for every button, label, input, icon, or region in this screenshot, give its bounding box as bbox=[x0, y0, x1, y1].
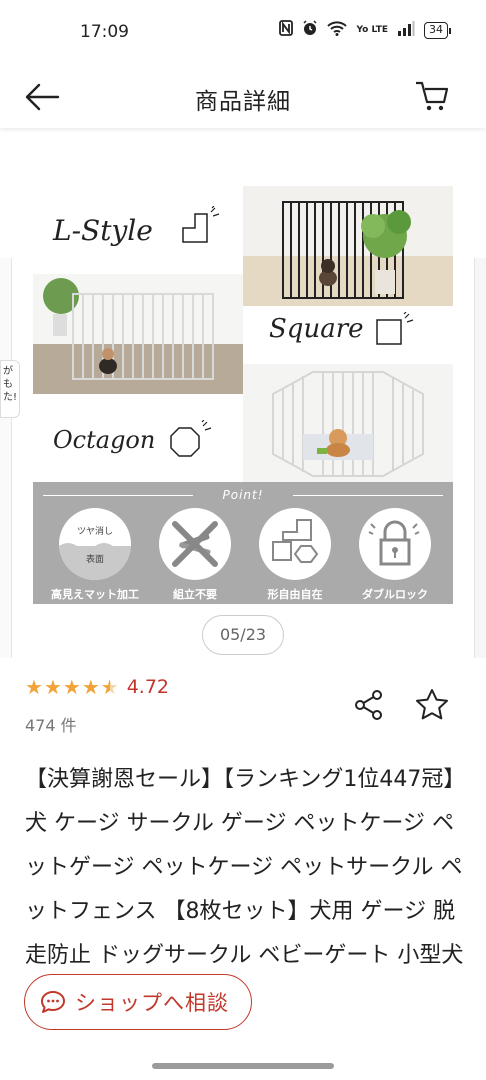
point-divider-right bbox=[293, 495, 443, 496]
status-time: 17:09 bbox=[80, 22, 129, 42]
signal-icon bbox=[397, 20, 415, 40]
previous-image-peek[interactable] bbox=[0, 258, 12, 658]
status-icons: Yo LTE 34 bbox=[279, 20, 451, 40]
favorite-button[interactable] bbox=[414, 687, 450, 723]
status-bar: 17:09 Yo LTE 34 bbox=[0, 0, 486, 66]
next-image-peek[interactable] bbox=[474, 258, 486, 658]
matte-finish-icon: ツヤ消し 表面 bbox=[59, 508, 131, 580]
star-icon: ★ bbox=[25, 675, 43, 699]
side-badge: がも た! bbox=[0, 360, 20, 418]
l-style-label: L-Style bbox=[53, 214, 153, 247]
feature-no-assembly: 組立不要 bbox=[145, 508, 245, 602]
feature-label: 形自由自在 bbox=[267, 588, 323, 601]
octagon-shape-icon bbox=[170, 420, 212, 457]
cart-button[interactable] bbox=[414, 78, 450, 114]
star-icon: ★ bbox=[62, 675, 81, 699]
octagon-label: Octagon bbox=[53, 426, 156, 454]
octagon-cage-photo bbox=[243, 364, 453, 484]
feature-label: 高見えマット加工 bbox=[51, 588, 139, 601]
matte-badge-bottom: 表面 bbox=[85, 555, 104, 565]
feature-double-lock: ダブルロック bbox=[345, 508, 445, 602]
wifi-icon bbox=[327, 20, 348, 40]
contact-shop-button[interactable]: ショップへ相談 bbox=[24, 974, 252, 1030]
star-icon: ★ bbox=[81, 675, 100, 699]
lock-icon bbox=[359, 508, 431, 580]
app-header: 商品詳細 bbox=[0, 66, 486, 128]
chat-bubble-icon bbox=[41, 991, 65, 1013]
feature-free-shape: 形自由自在 bbox=[245, 508, 345, 602]
point-panel: Point! ツヤ消し 表面 高見えマット加工 組立不要 形自由自在 ダブルロッ… bbox=[33, 482, 453, 604]
rating-value: 4.72 bbox=[126, 676, 169, 698]
shapes-icon bbox=[259, 508, 331, 580]
product-gallery[interactable]: がも た! L-Style Square Octagon Point! ツヤ消し… bbox=[0, 138, 486, 658]
network-type: Yo LTE bbox=[356, 24, 388, 35]
share-icon bbox=[355, 690, 382, 720]
star-icon: ★ bbox=[43, 675, 62, 699]
image-counter: 05/23 bbox=[202, 615, 284, 655]
l-shape-icon bbox=[182, 206, 220, 243]
contact-shop-label: ショップへ相談 bbox=[75, 991, 229, 1015]
product-image[interactable]: L-Style Square Octagon Point! ツヤ消し 表面 高見… bbox=[33, 186, 453, 606]
battery-icon: 34 bbox=[424, 21, 451, 39]
share-button[interactable] bbox=[352, 688, 386, 722]
star-outline-icon bbox=[416, 689, 448, 720]
alarm-icon bbox=[302, 20, 318, 40]
l-style-cage-photo bbox=[33, 274, 243, 394]
rating-row[interactable]: ★ ★ ★ ★ ★ 4.72 bbox=[25, 676, 169, 698]
rating-stars: ★ ★ ★ ★ ★ bbox=[25, 676, 119, 698]
home-indicator[interactable] bbox=[152, 1063, 334, 1069]
feature-matte: ツヤ消し 表面 高見えマット加工 bbox=[45, 508, 145, 602]
no-tools-icon bbox=[159, 508, 231, 580]
matte-badge-top: ツヤ消し bbox=[76, 527, 113, 537]
cart-icon bbox=[416, 81, 449, 111]
feature-label: ダブルロック bbox=[362, 588, 428, 601]
half-star-icon: ★ bbox=[100, 675, 119, 699]
square-shape-icon bbox=[376, 312, 414, 345]
feature-label: 組立不要 bbox=[173, 588, 217, 601]
review-count[interactable]: 474 件 bbox=[25, 712, 77, 736]
nfc-icon bbox=[279, 20, 294, 40]
square-cage-photo bbox=[243, 186, 453, 306]
square-label: Square bbox=[269, 314, 364, 344]
